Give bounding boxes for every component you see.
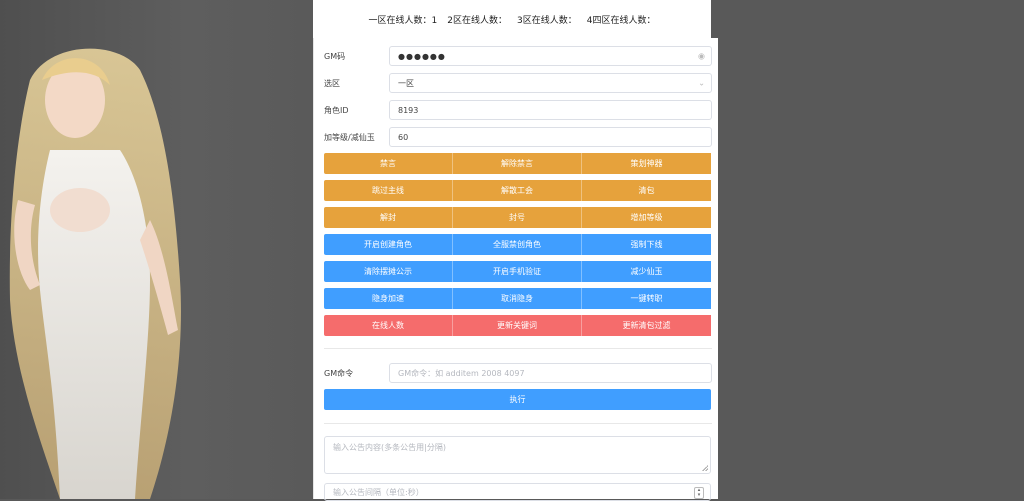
stealth-speed-button[interactable]: 隐身加速	[324, 288, 453, 309]
divider	[324, 423, 712, 424]
zone-label: 选区	[324, 78, 340, 88]
resize-handle-icon[interactable]	[702, 465, 708, 471]
update-keywords-button[interactable]: 更新关键词	[453, 315, 582, 336]
cancel-stealth-button[interactable]: 取消隐身	[453, 288, 582, 309]
divider	[324, 348, 712, 349]
add-level-button[interactable]: 增加等级	[582, 207, 711, 228]
gm-command-label: GM命令	[324, 368, 354, 378]
blue-button-group: 开启创建角色 全服禁创角色 强制下线	[324, 234, 711, 255]
gm-code-row: GM码 ●●●●●● ◉	[324, 45, 712, 67]
level-row: 加等级/减仙玉 60	[324, 126, 712, 148]
reduce-jade-button[interactable]: 减少仙玉	[582, 261, 711, 282]
zone3-online-stat: 3区在线人数：	[517, 15, 577, 26]
clear-stall-notice-button[interactable]: 清除摆摊公示	[324, 261, 453, 282]
zone-select[interactable]: 一区 ⌄	[389, 73, 712, 93]
online-count-button[interactable]: 在线人数	[324, 315, 453, 336]
disable-create-role-button[interactable]: 全服禁创角色	[453, 234, 582, 255]
number-spinner-icon[interactable]: ▴ ▾	[694, 487, 704, 499]
unban-button[interactable]: 解封	[324, 207, 453, 228]
unmute-button[interactable]: 解除禁言	[453, 153, 582, 174]
online-stats-bar: 一区在线人数：1 2区在线人数： 3区在线人数： 4四区在线人数：	[313, 0, 711, 38]
announcement-content-textarea[interactable]: 输入公告内容(多条公告用|分隔)	[324, 436, 711, 474]
eye-icon[interactable]: ◉	[698, 52, 705, 61]
update-bag-filter-button[interactable]: 更新清包过滤	[582, 315, 711, 336]
orange-button-group: 禁言 解除禁言 策划神器	[324, 153, 711, 174]
role-id-row: 角色ID 8193	[324, 99, 712, 121]
gm-code-label: GM码	[324, 51, 346, 61]
plan-artifact-button[interactable]: 策划神器	[582, 153, 711, 174]
level-input[interactable]: 60	[389, 127, 712, 147]
role-id-label: 角色ID	[324, 105, 349, 115]
zone2-online-stat: 2区在线人数：	[447, 15, 507, 26]
announcement-interval-input[interactable]: 输入公告间隔（单位:秒） ▴ ▾	[324, 483, 711, 501]
dissolve-guild-button[interactable]: 解散工会	[453, 180, 582, 201]
red-button-group: 在线人数 更新关键词 更新清包过滤	[324, 315, 711, 336]
blue-button-group: 隐身加速 取消隐身 一键转职	[324, 288, 711, 309]
mute-button[interactable]: 禁言	[324, 153, 453, 174]
enable-create-role-button[interactable]: 开启创建角色	[324, 234, 453, 255]
blue-button-group: 清除摆摊公示 开启手机验证 减少仙玉	[324, 261, 711, 282]
character-illustration	[9, 48, 181, 499]
one-click-job-change-button[interactable]: 一键转职	[582, 288, 711, 309]
zone-row: 选区 一区 ⌄	[324, 72, 712, 94]
zone1-online-stat: 一区在线人数：1	[368, 15, 438, 26]
enable-phone-verify-button[interactable]: 开启手机验证	[453, 261, 582, 282]
gm-command-input[interactable]: GM命令：如 additem 2008 4097	[389, 363, 712, 383]
gm-panel: GM码 ●●●●●● ◉ 选区 一区 ⌄ 角色ID 8193 加等级/减仙玉 6…	[313, 38, 718, 501]
clear-bag-button[interactable]: 清包	[582, 180, 711, 201]
orange-button-group: 解封 封号 增加等级	[324, 207, 711, 228]
skip-mainline-button[interactable]: 跳过主线	[324, 180, 453, 201]
gm-command-row: GM命令 GM命令：如 additem 2008 4097	[324, 362, 712, 384]
orange-button-group: 跳过主线 解散工会 清包	[324, 180, 711, 201]
ban-button[interactable]: 封号	[453, 207, 582, 228]
role-id-input[interactable]: 8193	[389, 100, 712, 120]
chevron-down-icon: ⌄	[698, 78, 705, 88]
level-label: 加等级/减仙玉	[324, 132, 375, 142]
zone4-online-stat: 4四区在线人数：	[586, 15, 656, 26]
force-offline-button[interactable]: 强制下线	[582, 234, 711, 255]
gm-code-input[interactable]: ●●●●●● ◉	[389, 46, 712, 66]
execute-button[interactable]: 执行	[324, 389, 711, 410]
